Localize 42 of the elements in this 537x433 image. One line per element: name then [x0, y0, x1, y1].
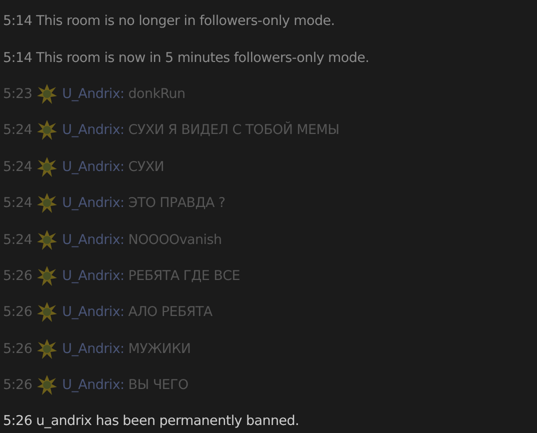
username[interactable]: U_Andrix:: [62, 158, 124, 175]
badge-icon: [36, 192, 58, 214]
username[interactable]: U_Andrix:: [62, 122, 124, 138]
badge-icon: [36, 119, 58, 142]
message-time: 5:24: [3, 158, 32, 175]
badge-icon: [36, 374, 58, 396]
chat-message: ВЫ ЧЕГО: [128, 377, 188, 394]
badge-icon: [36, 82, 58, 105]
message-time: 5:26: [3, 413, 32, 430]
chat-message: СУХИ: [128, 158, 164, 175]
chat-message: donkRun: [128, 86, 186, 102]
chat-message: МУЖИКИ: [128, 340, 191, 357]
message-time: 5:26: [3, 304, 32, 320]
message-time: 5:24: [3, 195, 32, 212]
message-time: 5:14: [3, 50, 32, 66]
chat-message: АЛО РЕБЯТА: [128, 304, 212, 320]
chat-message: СУХИ Я ВИДЕЛ С ТОБОЙ МЕМЫ: [128, 122, 340, 138]
badge-icon: [36, 228, 58, 251]
system-message: This room is now in 5 minutes followers-only mode.: [36, 50, 370, 66]
badge-icon: [36, 338, 58, 360]
message-time: 5:26: [3, 340, 32, 357]
username[interactable]: U_Andrix:: [62, 195, 124, 212]
username[interactable]: U_Andrix:: [62, 86, 124, 102]
username[interactable]: U_Andrix:: [62, 232, 124, 248]
chat-message: РЕБЯТА ГДЕ ВСЕ: [128, 268, 240, 284]
badge-icon: [36, 156, 58, 178]
chat-message: ЭТО ПРАВДА ?: [128, 195, 226, 212]
message-time: 5:26: [3, 268, 32, 284]
message-time: 5:24: [3, 122, 32, 138]
message-time: 5:26: [3, 377, 32, 394]
username[interactable]: U_Andrix:: [62, 377, 124, 394]
message-time: 5:24: [3, 232, 32, 248]
username[interactable]: U_Andrix:: [62, 340, 124, 357]
username[interactable]: U_Andrix:: [62, 268, 124, 284]
message-time: 5:14: [3, 13, 32, 30]
badge-icon: [36, 264, 58, 287]
system-message: u_andrix has been permanently banned.: [36, 413, 299, 430]
system-message: This room is no longer in followers-only mode.: [36, 13, 335, 30]
message-time: 5:23: [3, 86, 32, 102]
chat-message: NOOOOvanish: [128, 232, 222, 248]
username[interactable]: U_Andrix:: [62, 304, 124, 320]
badge-icon: [36, 301, 58, 324]
